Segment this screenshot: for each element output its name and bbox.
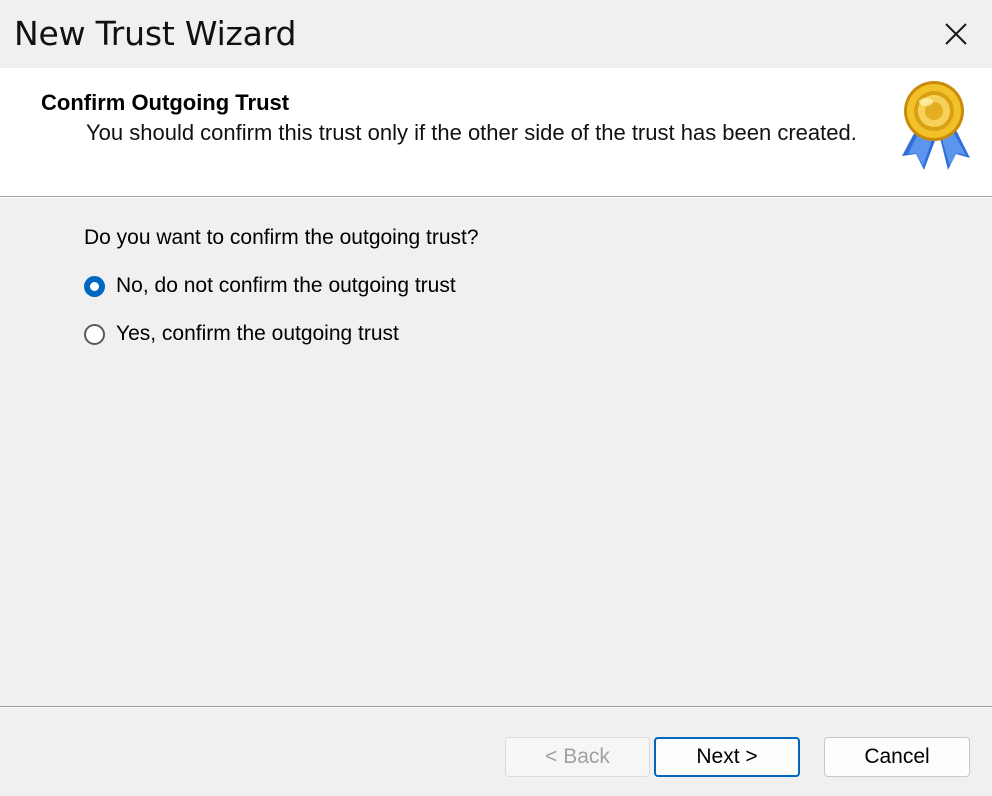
cancel-button[interactable]: Cancel (824, 737, 970, 777)
close-icon (945, 23, 967, 45)
award-medal-icon (902, 81, 970, 170)
window-title: New Trust Wizard (14, 14, 297, 53)
confirm-question: Do you want to confirm the outgoing trus… (84, 226, 479, 249)
radio-option-no-confirm[interactable]: No, do not confirm the outgoing trust (84, 272, 456, 300)
page-title: Confirm Outgoing Trust (41, 90, 290, 115)
title-bar: New Trust Wizard (0, 0, 992, 68)
radio-option-yes-confirm[interactable]: Yes, confirm the outgoing trust (84, 320, 399, 348)
close-button[interactable] (920, 0, 992, 68)
next-button[interactable]: Next > (654, 737, 800, 777)
new-trust-wizard-dialog: New Trust Wizard Confirm Outgoing Trust … (0, 0, 992, 796)
radio-option-label: Yes, confirm the outgoing trust (116, 322, 399, 345)
radio-button-selected[interactable] (84, 275, 105, 297)
page-description: You should confirm this trust only if th… (86, 120, 857, 145)
radio-option-label: No, do not confirm the outgoing trust (116, 274, 456, 297)
wizard-footer: < Back Next > Cancel (0, 708, 992, 796)
radio-button-unselected[interactable] (84, 323, 105, 345)
back-button[interactable]: < Back (505, 737, 650, 777)
wizard-header: Confirm Outgoing Trust You should confir… (0, 68, 992, 196)
wizard-content: Do you want to confirm the outgoing trus… (0, 198, 992, 704)
